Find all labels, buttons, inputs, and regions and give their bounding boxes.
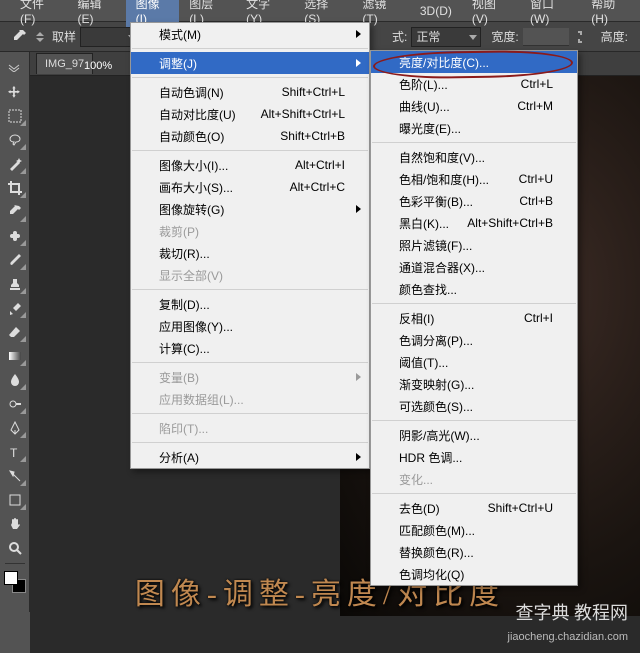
menu-item-canvas-size[interactable]: 画布大小(S)...Alt+Ctrl+C	[131, 176, 369, 198]
zoom-label: 100%	[84, 60, 112, 72]
menu-item-photo-filter[interactable]: 照片滤镜(F)...	[371, 234, 577, 256]
menu-item-invert[interactable]: 反相(I)Ctrl+I	[371, 307, 577, 329]
menu-item-variables[interactable]: 变量(B)	[131, 366, 369, 388]
stamp-tool-icon[interactable]	[3, 273, 27, 295]
menu-item-auto-tone[interactable]: 自动色调(N)Shift+Ctrl+L	[131, 81, 369, 103]
menu-bar: 文件(F) 编辑(E) 图像(I) 图层(L) 文字(Y) 选择(S) 滤镜(T…	[0, 0, 640, 22]
menu-item-gradient-map[interactable]: 渐变映射(G)...	[371, 373, 577, 395]
menu-item-mode[interactable]: 模式(M)	[131, 23, 369, 45]
menu-item-selective-color[interactable]: 可选颜色(S)...	[371, 395, 577, 417]
tools-panel: T	[0, 52, 30, 612]
menu-3d[interactable]: 3D(D)	[410, 1, 462, 21]
menu-item-equalize[interactable]: 色调均化(Q)	[371, 563, 577, 585]
menu-item-posterize[interactable]: 色调分离(P)...	[371, 329, 577, 351]
shape-tool-icon[interactable]	[3, 489, 27, 511]
gradient-tool-icon[interactable]	[3, 345, 27, 367]
width-field[interactable]	[523, 28, 569, 46]
separator	[5, 563, 25, 564]
menu-item-color-lookup[interactable]: 颜色查找...	[371, 278, 577, 300]
menu-item-duplicate[interactable]: 复制(D)...	[131, 293, 369, 315]
menu-edit[interactable]: 编辑(E)	[67, 0, 125, 29]
menu-item-adjustments[interactable]: 调整(J)	[131, 52, 369, 74]
menu-item-image-size[interactable]: 图像大小(I)...Alt+Ctrl+I	[131, 154, 369, 176]
width-label: 宽度:	[491, 28, 518, 45]
link-icon[interactable]	[569, 26, 591, 48]
eyedropper-tool-icon[interactable]	[3, 201, 27, 223]
menu-item-reveal-all[interactable]: 显示全部(V)	[131, 264, 369, 286]
menu-item-auto-contrast[interactable]: 自动对比度(U)Alt+Shift+Ctrl+L	[131, 103, 369, 125]
dodge-tool-icon[interactable]	[3, 393, 27, 415]
menu-item-image-rotation[interactable]: 图像旋转(G)	[131, 198, 369, 220]
menu-item-crop[interactable]: 裁剪(P)	[131, 220, 369, 242]
path-tool-icon[interactable]	[3, 465, 27, 487]
watermark-url: jiaocheng.chazidian.com	[508, 631, 628, 643]
menu-item-threshold[interactable]: 阈值(T)...	[371, 351, 577, 373]
menu-item-levels[interactable]: 色阶(L)...Ctrl+L	[371, 73, 577, 95]
adjustments-submenu: 亮度/对比度(C)... 色阶(L)...Ctrl+L 曲线(U)...Ctrl…	[370, 50, 578, 586]
menu-item-auto-color[interactable]: 自动颜色(O)Shift+Ctrl+B	[131, 125, 369, 147]
sample-label: 取样	[52, 28, 76, 45]
color-swatch[interactable]	[4, 571, 26, 593]
menu-item-match-color[interactable]: 匹配颜色(M)...	[371, 519, 577, 541]
pen-tool-icon[interactable]	[3, 417, 27, 439]
marquee-tool-icon[interactable]	[3, 105, 27, 127]
menu-item-curves[interactable]: 曲线(U)...Ctrl+M	[371, 95, 577, 117]
menu-item-hdr-toning[interactable]: HDR 色调...	[371, 446, 577, 468]
lasso-tool-icon[interactable]	[3, 129, 27, 151]
eyedropper-icon[interactable]	[8, 26, 30, 48]
hand-tool-icon[interactable]	[3, 513, 27, 535]
brush-tool-icon[interactable]	[3, 249, 27, 271]
menu-item-trim[interactable]: 裁切(R)...	[131, 242, 369, 264]
crop-tool-icon[interactable]	[3, 177, 27, 199]
collapse-icon[interactable]	[3, 57, 27, 79]
menu-item-hue-saturation[interactable]: 色相/饱和度(H)...Ctrl+U	[371, 168, 577, 190]
mode-label: 式:	[392, 28, 407, 45]
menu-view[interactable]: 视图(V)	[462, 0, 520, 29]
image-menu: 模式(M) 调整(J) 自动色调(N)Shift+Ctrl+L 自动对比度(U)…	[130, 22, 370, 469]
move-tool-icon[interactable]	[3, 81, 27, 103]
menu-item-apply-image[interactable]: 应用图像(Y)...	[131, 315, 369, 337]
svg-text:T: T	[10, 446, 18, 459]
menu-item-apply-data[interactable]: 应用数据组(L)...	[131, 388, 369, 410]
menu-item-analysis[interactable]: 分析(A)	[131, 446, 369, 468]
menu-item-trap[interactable]: 陷印(T)...	[131, 417, 369, 439]
tool-preset-arrows[interactable]	[36, 31, 44, 43]
mode-dropdown[interactable]: 正常	[411, 27, 481, 47]
watermark-title: 查字典 教程网	[516, 599, 629, 625]
height-label: 高度:	[601, 28, 628, 45]
menu-item-exposure[interactable]: 曝光度(E)...	[371, 117, 577, 139]
menu-item-replace-color[interactable]: 替换颜色(R)...	[371, 541, 577, 563]
menu-item-shadows-highlights[interactable]: 阴影/高光(W)...	[371, 424, 577, 446]
heal-tool-icon[interactable]	[3, 225, 27, 247]
menu-item-variations[interactable]: 变化...	[371, 468, 577, 490]
type-tool-icon[interactable]: T	[3, 441, 27, 463]
menu-item-color-balance[interactable]: 色彩平衡(B)...Ctrl+B	[371, 190, 577, 212]
menu-item-brightness-contrast[interactable]: 亮度/对比度(C)...	[371, 51, 577, 73]
eraser-tool-icon[interactable]	[3, 321, 27, 343]
menu-item-calculations[interactable]: 计算(C)...	[131, 337, 369, 359]
menu-item-vibrance[interactable]: 自然饱和度(V)...	[371, 146, 577, 168]
menu-item-black-white[interactable]: 黑白(K)...Alt+Shift+Ctrl+B	[371, 212, 577, 234]
zoom-tool-icon[interactable]	[3, 537, 27, 559]
menu-item-desaturate[interactable]: 去色(D)Shift+Ctrl+U	[371, 497, 577, 519]
wand-tool-icon[interactable]	[3, 153, 27, 175]
history-brush-icon[interactable]	[3, 297, 27, 319]
menu-item-channel-mixer[interactable]: 通道混合器(X)...	[371, 256, 577, 278]
blur-tool-icon[interactable]	[3, 369, 27, 391]
